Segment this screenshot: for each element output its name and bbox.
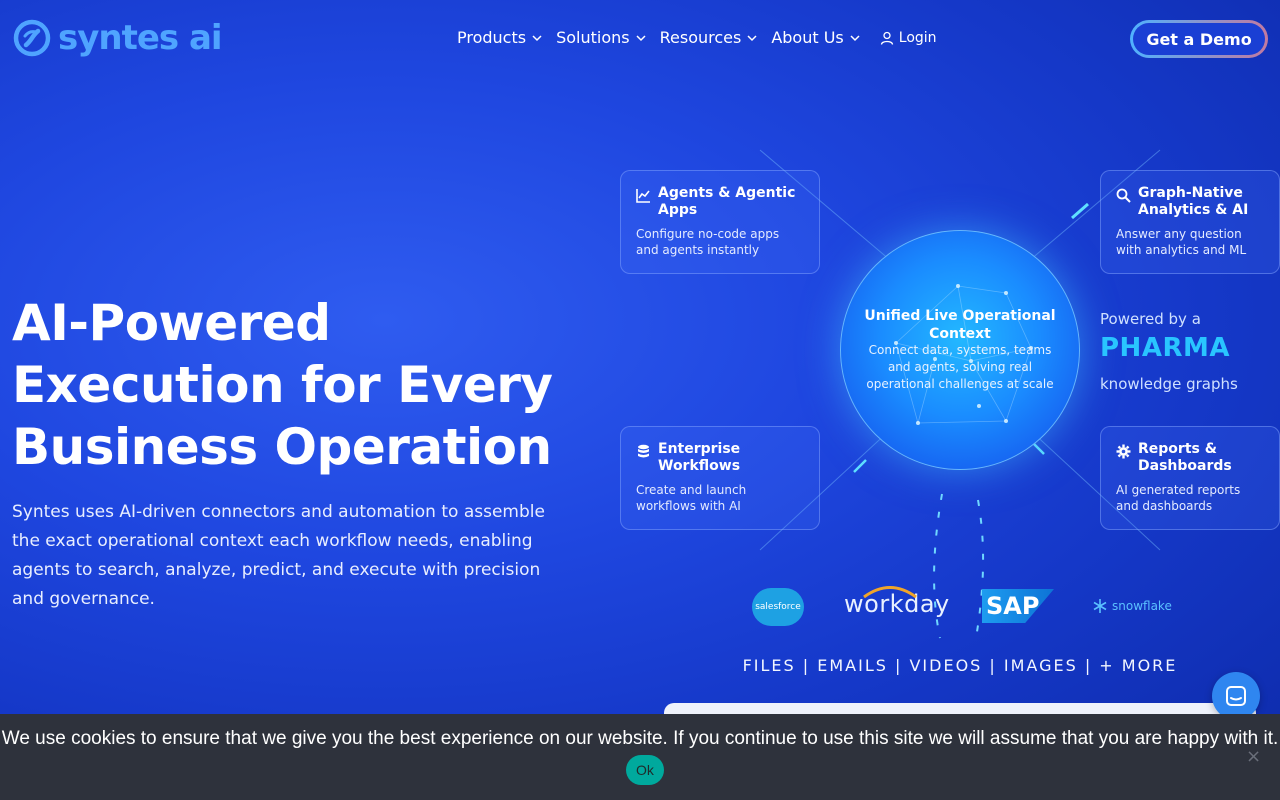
- card-reports-dashboards-title: Reports & Dashboards: [1138, 441, 1232, 474]
- data-formats-line: FILES | EMAILS | VIDEOS | IMAGES | + MOR…: [742, 656, 1178, 675]
- card-agents-apps-header: Agents & Agentic Apps: [636, 185, 804, 219]
- integration-logos: salesforce workday SAP snowflake: [740, 586, 1180, 630]
- card-graph-analytics-header: Graph-Native Analytics & AI: [1116, 185, 1264, 219]
- chat-icon: [1226, 686, 1246, 706]
- snowflake-logo: snowflake: [1092, 598, 1172, 614]
- card-reports-dashboards-desc: AI generated reports and dashboards: [1116, 483, 1241, 513]
- powered-by-label: Powered by a: [1100, 310, 1201, 328]
- card-enterprise-workflows-header: Enterprise Workflows: [636, 441, 804, 475]
- card-graph-analytics[interactable]: Graph-Native Analytics & AI Answer any q…: [1100, 170, 1280, 274]
- cookie-ok-button[interactable]: Ok: [626, 755, 664, 785]
- snowflake-logo-text: snowflake: [1112, 599, 1172, 613]
- nav-products[interactable]: Products: [457, 28, 542, 47]
- salesforce-logo-text: salesforce: [755, 602, 801, 612]
- get-demo-button[interactable]: Get a Demo: [1130, 20, 1268, 58]
- search-icon: [1116, 188, 1131, 203]
- card-agents-apps-title: Agents & Agentic Apps: [658, 185, 796, 218]
- nav-about-us-label: About Us: [771, 28, 844, 47]
- nav-solutions[interactable]: Solutions: [556, 28, 646, 47]
- chevron-down-icon: [636, 34, 646, 41]
- chevron-down-icon: [850, 34, 860, 41]
- cookie-close-button[interactable]: ×: [1246, 746, 1261, 767]
- card-enterprise-workflows[interactable]: Enterprise Workflows Create and launch w…: [620, 426, 820, 530]
- sap-logo: SAP: [982, 589, 1054, 623]
- site-header: syntes ai Products Solutions Resources A…: [0, 0, 1280, 80]
- nav-resources-label: Resources: [659, 28, 742, 47]
- card-enterprise-workflows-desc: Create and launch workflows with AI: [636, 483, 747, 513]
- logo-text: syntes ai: [58, 18, 223, 58]
- database-icon: [638, 444, 649, 458]
- line-chart-icon: [636, 189, 650, 203]
- chat-launcher-button[interactable]: [1212, 672, 1260, 720]
- gear-icon: [1116, 444, 1131, 459]
- snowflake-icon: [1093, 599, 1107, 613]
- workday-logo: workday: [844, 586, 950, 618]
- card-agents-apps[interactable]: Agents & Agentic Apps Configure no-code …: [620, 170, 820, 274]
- knowledge-graphs-label: knowledge graphs: [1100, 375, 1238, 393]
- sphere-description: Connect data, systems, teams and agents,…: [866, 343, 1054, 391]
- salesforce-logo: salesforce: [752, 588, 804, 626]
- card-reports-dashboards[interactable]: Reports & Dashboards AI generated report…: [1100, 426, 1280, 530]
- syntes-logo[interactable]: syntes ai: [12, 18, 223, 58]
- sphere-title: Unified Live Operational Context: [864, 308, 1056, 342]
- chevron-down-icon: [532, 34, 542, 41]
- chevron-down-icon: [747, 34, 757, 41]
- nav-solutions-label: Solutions: [556, 28, 630, 47]
- card-agents-apps-desc: Configure no-code apps and agents instan…: [636, 227, 780, 257]
- card-reports-dashboards-header: Reports & Dashboards: [1116, 441, 1264, 475]
- cookie-message: We use cookies to ensure that we give yo…: [1, 728, 1279, 749]
- card-graph-analytics-title: Graph-Native Analytics & AI: [1138, 185, 1249, 218]
- user-icon: [880, 31, 893, 45]
- hero-title: AI-Powered Execution for Every Business …: [12, 294, 553, 476]
- card-enterprise-workflows-title: Enterprise Workflows: [658, 441, 741, 474]
- card-graph-analytics-desc: Answer any question with analytics and M…: [1116, 227, 1247, 257]
- sap-logo-text: SAP: [986, 592, 1040, 620]
- nav-about-us[interactable]: About Us: [771, 28, 860, 47]
- logo-mark-icon: [13, 19, 51, 57]
- main-nav: Products Solutions Resources About Us Lo…: [457, 28, 937, 47]
- pharma-highlight: PHARMA: [1100, 333, 1230, 363]
- workday-arc-icon: [863, 586, 917, 598]
- login-label: Login: [898, 29, 937, 46]
- cookie-banner: We use cookies to ensure that we give yo…: [0, 714, 1280, 800]
- nav-resources[interactable]: Resources: [660, 28, 758, 47]
- login-link[interactable]: Login: [880, 30, 937, 46]
- hero-description: Syntes uses AI-driven connectors and aut…: [12, 502, 545, 609]
- nav-products-label: Products: [457, 28, 527, 47]
